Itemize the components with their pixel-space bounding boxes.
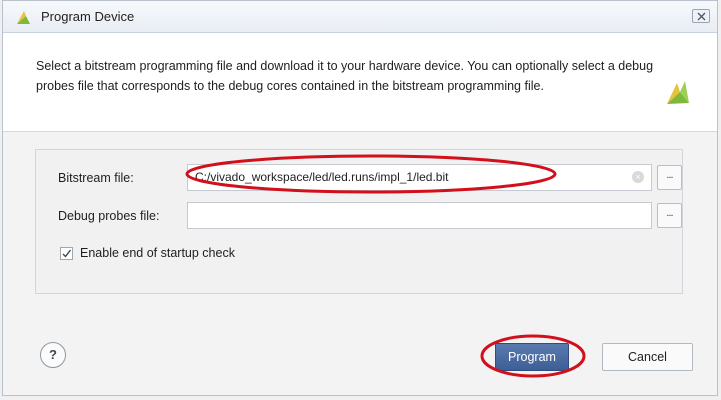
close-icon bbox=[697, 12, 706, 21]
form-panel: Bitstream file: C:/vivado_workspace/led/… bbox=[35, 149, 683, 294]
program-button[interactable]: Program bbox=[495, 343, 569, 371]
bitstream-file-input[interactable]: C:/vivado_workspace/led/led.runs/impl_1/… bbox=[187, 164, 652, 191]
window-title: Program Device bbox=[41, 9, 135, 24]
close-button[interactable] bbox=[692, 9, 710, 23]
bitstream-file-label: Bitstream file: bbox=[58, 171, 134, 185]
title-bar: Program Device bbox=[3, 1, 717, 33]
clear-field-icon[interactable]: × bbox=[632, 171, 644, 183]
program-device-dialog: Program Device Select a bitstream progra… bbox=[2, 0, 718, 396]
debug-probes-file-input[interactable] bbox=[187, 202, 652, 229]
help-button[interactable]: ? bbox=[40, 342, 66, 368]
description-text: Select a bitstream programming file and … bbox=[36, 59, 654, 93]
startup-check-label: Enable end of startup check bbox=[80, 246, 235, 260]
cancel-button[interactable]: Cancel bbox=[602, 343, 693, 371]
debug-probes-browse-button[interactable]: ... bbox=[657, 203, 682, 228]
vivado-logo-icon bbox=[667, 81, 689, 104]
vivado-app-icon bbox=[17, 11, 30, 24]
description-panel: Select a bitstream programming file and … bbox=[3, 33, 717, 132]
debug-probes-file-label: Debug probes file: bbox=[58, 209, 160, 223]
startup-check-checkbox[interactable] bbox=[60, 247, 73, 260]
checkmark-icon bbox=[62, 249, 72, 258]
bitstream-browse-button[interactable]: ... bbox=[657, 165, 682, 190]
